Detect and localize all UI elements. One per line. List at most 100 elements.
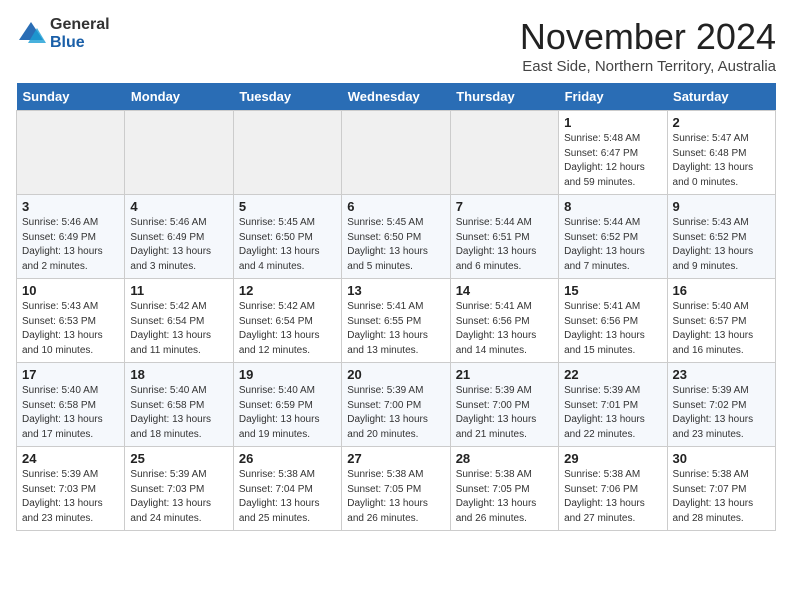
calendar-cell: 29 Sunrise: 5:38 AM Sunset: 7:06 PM Dayli…	[559, 447, 667, 531]
day-number: 8	[564, 199, 661, 214]
day-number: 28	[456, 451, 553, 466]
calendar-cell: 19 Sunrise: 5:40 AM Sunset: 6:59 PM Dayli…	[233, 363, 341, 447]
day-number: 21	[456, 367, 553, 382]
calendar-cell: 11Sunrise: 5:42 AM Sunset: 6:54 PM Dayli…	[125, 279, 233, 363]
day-detail: Sunrise: 5:45 AM Sunset: 6:50 PM Dayligh…	[239, 216, 336, 274]
month-title: November 2024	[520, 16, 776, 58]
day-detail: Sunrise: 5:41 AM Sunset: 6:56 PM Dayligh…	[564, 300, 661, 358]
day-number: 23	[673, 367, 770, 382]
calendar-cell: 6Sunrise: 5:45 AM Sunset: 6:50 PM Daylig…	[342, 195, 450, 279]
day-number: 5	[239, 199, 336, 214]
day-detail: Sunrise: 5:39 AM Sunset: 7:03 PM Dayligh…	[130, 468, 227, 526]
calendar-cell: 2 Sunrise: 5:47 AM Sunset: 6:48 PM Daylig…	[667, 111, 775, 195]
calendar-table: SundayMondayTuesdayWednesdayThursdayFrid…	[16, 83, 776, 531]
day-number: 16	[673, 283, 770, 298]
calendar-cell: 21 Sunrise: 5:39 AM Sunset: 7:00 PM Dayli…	[450, 363, 558, 447]
day-number: 14	[456, 283, 553, 298]
day-number: 2	[673, 115, 770, 130]
day-number: 18	[130, 367, 227, 382]
calendar-week-row: 1 Sunrise: 5:48 AM Sunset: 6:47 PM Daylig…	[17, 111, 776, 195]
day-detail: Sunrise: 5:38 AM Sunset: 7:04 PM Dayligh…	[239, 468, 336, 526]
logo-blue: Blue	[50, 34, 110, 52]
calendar-cell	[17, 111, 125, 195]
calendar-cell: 23 Sunrise: 5:39 AM Sunset: 7:02 PM Dayli…	[667, 363, 775, 447]
day-detail: Sunrise: 5:46 AM Sunset: 6:49 PM Dayligh…	[130, 216, 227, 274]
weekday-header-row: SundayMondayTuesdayWednesdayThursdayFrid…	[17, 83, 776, 111]
day-number: 26	[239, 451, 336, 466]
calendar-cell: 4 Sunrise: 5:46 AM Sunset: 6:49 PM Daylig…	[125, 195, 233, 279]
day-detail: Sunrise: 5:44 AM Sunset: 6:52 PM Dayligh…	[564, 216, 661, 274]
calendar-cell: 28Sunrise: 5:38 AM Sunset: 7:05 PM Dayli…	[450, 447, 558, 531]
day-number: 10	[22, 283, 119, 298]
calendar-cell: 3 Sunrise: 5:46 AM Sunset: 6:49 PM Daylig…	[17, 195, 125, 279]
day-detail: Sunrise: 5:48 AM Sunset: 6:47 PM Dayligh…	[564, 132, 661, 190]
day-number: 15	[564, 283, 661, 298]
day-detail: Sunrise: 5:42 AM Sunset: 6:54 PM Dayligh…	[239, 300, 336, 358]
day-number: 29	[564, 451, 661, 466]
calendar-cell: 12Sunrise: 5:42 AM Sunset: 6:54 PM Dayli…	[233, 279, 341, 363]
day-detail: Sunrise: 5:39 AM Sunset: 7:00 PM Dayligh…	[456, 384, 553, 442]
day-number: 24	[22, 451, 119, 466]
logo-general: General	[50, 16, 110, 34]
title-area: November 2024 East Side, Northern Territ…	[520, 16, 776, 75]
day-number: 11	[130, 283, 227, 298]
weekday-header: Saturday	[667, 83, 775, 111]
day-detail: Sunrise: 5:39 AM Sunset: 7:00 PM Dayligh…	[347, 384, 444, 442]
logo-icon	[16, 19, 46, 49]
day-number: 4	[130, 199, 227, 214]
day-detail: Sunrise: 5:41 AM Sunset: 6:56 PM Dayligh…	[456, 300, 553, 358]
day-number: 13	[347, 283, 444, 298]
calendar-week-row: 10 Sunrise: 5:43 AM Sunset: 6:53 PM Dayli…	[17, 279, 776, 363]
day-detail: Sunrise: 5:43 AM Sunset: 6:52 PM Dayligh…	[673, 216, 770, 274]
day-number: 27	[347, 451, 444, 466]
calendar-cell: 24 Sunrise: 5:39 AM Sunset: 7:03 PM Dayli…	[17, 447, 125, 531]
day-number: 7	[456, 199, 553, 214]
day-detail: Sunrise: 5:39 AM Sunset: 7:03 PM Dayligh…	[22, 468, 119, 526]
weekday-header: Sunday	[17, 83, 125, 111]
day-detail: Sunrise: 5:45 AM Sunset: 6:50 PM Dayligh…	[347, 216, 444, 274]
calendar-week-row: 17 Sunrise: 5:40 AM Sunset: 6:58 PM Dayli…	[17, 363, 776, 447]
day-detail: Sunrise: 5:40 AM Sunset: 6:59 PM Dayligh…	[239, 384, 336, 442]
calendar-cell: 27Sunrise: 5:38 AM Sunset: 7:05 PM Dayli…	[342, 447, 450, 531]
logo: General Blue	[16, 16, 110, 51]
day-detail: Sunrise: 5:43 AM Sunset: 6:53 PM Dayligh…	[22, 300, 119, 358]
calendar-cell: 8 Sunrise: 5:44 AM Sunset: 6:52 PM Daylig…	[559, 195, 667, 279]
calendar-cell: 16 Sunrise: 5:40 AM Sunset: 6:57 PM Dayli…	[667, 279, 775, 363]
day-detail: Sunrise: 5:40 AM Sunset: 6:58 PM Dayligh…	[22, 384, 119, 442]
day-number: 17	[22, 367, 119, 382]
calendar-cell: 25 Sunrise: 5:39 AM Sunset: 7:03 PM Dayli…	[125, 447, 233, 531]
calendar-cell: 7 Sunrise: 5:44 AM Sunset: 6:51 PM Daylig…	[450, 195, 558, 279]
weekday-header: Tuesday	[233, 83, 341, 111]
day-number: 25	[130, 451, 227, 466]
day-detail: Sunrise: 5:41 AM Sunset: 6:55 PM Dayligh…	[347, 300, 444, 358]
day-number: 19	[239, 367, 336, 382]
weekday-header: Monday	[125, 83, 233, 111]
day-number: 1	[564, 115, 661, 130]
calendar-cell: 22Sunrise: 5:39 AM Sunset: 7:01 PM Dayli…	[559, 363, 667, 447]
calendar-cell: 20Sunrise: 5:39 AM Sunset: 7:00 PM Dayli…	[342, 363, 450, 447]
calendar-cell: 14 Sunrise: 5:41 AM Sunset: 6:56 PM Dayli…	[450, 279, 558, 363]
day-number: 30	[673, 451, 770, 466]
weekday-header: Friday	[559, 83, 667, 111]
calendar-cell: 26 Sunrise: 5:38 AM Sunset: 7:04 PM Dayli…	[233, 447, 341, 531]
day-detail: Sunrise: 5:47 AM Sunset: 6:48 PM Dayligh…	[673, 132, 770, 190]
day-number: 3	[22, 199, 119, 214]
day-detail: Sunrise: 5:39 AM Sunset: 7:02 PM Dayligh…	[673, 384, 770, 442]
header: General Blue November 2024 East Side, No…	[16, 16, 776, 75]
calendar-cell: 10 Sunrise: 5:43 AM Sunset: 6:53 PM Dayli…	[17, 279, 125, 363]
day-detail: Sunrise: 5:40 AM Sunset: 6:57 PM Dayligh…	[673, 300, 770, 358]
location-title: East Side, Northern Territory, Australia	[520, 58, 776, 75]
logo-text: General Blue	[50, 16, 110, 51]
calendar-cell: 15 Sunrise: 5:41 AM Sunset: 6:56 PM Dayli…	[559, 279, 667, 363]
day-detail: Sunrise: 5:46 AM Sunset: 6:49 PM Dayligh…	[22, 216, 119, 274]
day-detail: Sunrise: 5:38 AM Sunset: 7:07 PM Dayligh…	[673, 468, 770, 526]
calendar-cell: 5 Sunrise: 5:45 AM Sunset: 6:50 PM Daylig…	[233, 195, 341, 279]
calendar-cell: 9Sunrise: 5:43 AM Sunset: 6:52 PM Daylig…	[667, 195, 775, 279]
calendar-week-row: 24 Sunrise: 5:39 AM Sunset: 7:03 PM Dayli…	[17, 447, 776, 531]
calendar-cell: 1 Sunrise: 5:48 AM Sunset: 6:47 PM Daylig…	[559, 111, 667, 195]
day-detail: Sunrise: 5:40 AM Sunset: 6:58 PM Dayligh…	[130, 384, 227, 442]
day-detail: Sunrise: 5:38 AM Sunset: 7:06 PM Dayligh…	[564, 468, 661, 526]
calendar-cell: 18 Sunrise: 5:40 AM Sunset: 6:58 PM Dayli…	[125, 363, 233, 447]
calendar-cell: 30 Sunrise: 5:38 AM Sunset: 7:07 PM Dayli…	[667, 447, 775, 531]
day-detail: Sunrise: 5:44 AM Sunset: 6:51 PM Dayligh…	[456, 216, 553, 274]
